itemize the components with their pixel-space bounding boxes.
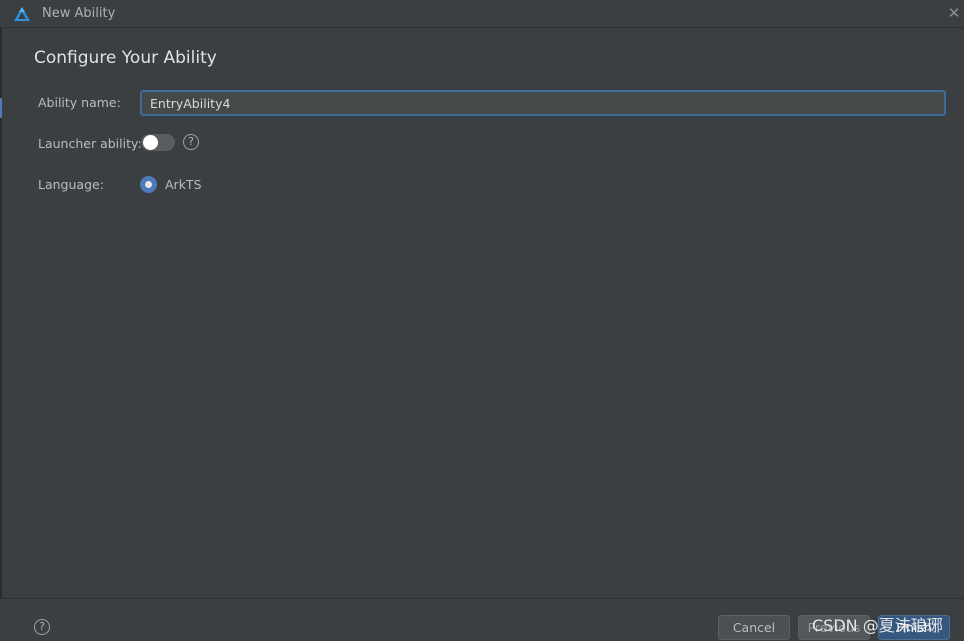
deveco-logo-icon [14,6,30,21]
window-title: New Ability [42,6,116,21]
ability-name-label: Ability name: [38,95,121,110]
new-ability-dialog: New Ability ✕ Configure Your Ability Abi… [0,0,964,641]
footer-help-icon[interactable]: ? [34,619,50,635]
arkts-radio-label[interactable]: ArkTS [165,177,202,192]
radio-selected-dot [145,181,152,188]
title-bar: New Ability ✕ [0,0,964,28]
help-icon[interactable]: ? [183,134,199,150]
close-icon[interactable]: ✕ [946,4,962,22]
launcher-ability-label: Launcher ability: [38,136,142,151]
toggle-knob [143,135,158,150]
arkts-radio[interactable] [140,176,157,193]
cancel-button[interactable]: Cancel [718,615,790,640]
watermark: CSDN @夏沫琅琊 [812,616,943,635]
page-title: Configure Your Ability [34,48,217,68]
ability-name-input[interactable] [140,90,946,116]
left-edge-accent [0,98,2,118]
language-label: Language: [38,177,104,192]
launcher-ability-toggle[interactable] [141,134,175,151]
